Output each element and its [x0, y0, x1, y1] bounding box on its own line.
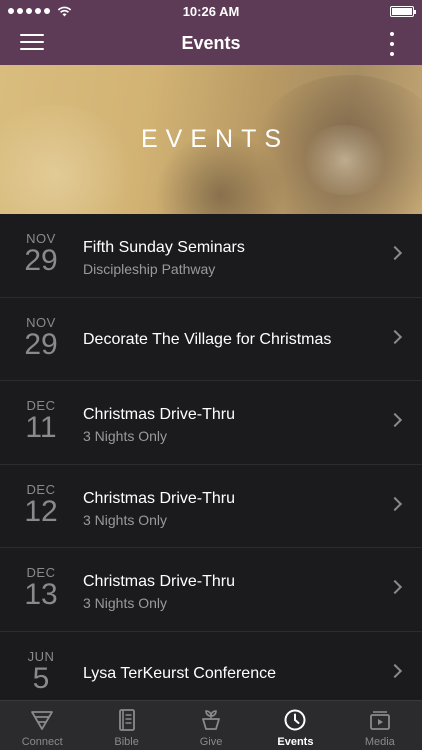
event-date: JUN 5: [16, 649, 66, 695]
battery-icon: [390, 5, 416, 17]
event-day: 29: [24, 244, 58, 277]
event-subtitle: 3 Nights Only: [83, 595, 168, 611]
event-date: DEC 11: [16, 399, 66, 443]
tab-label: Events: [277, 736, 314, 748]
wifi-icon: [57, 6, 72, 16]
event-title: Christmas Drive-Thru: [83, 573, 236, 590]
event-day: 12: [24, 494, 58, 528]
chevron-right-icon: [387, 663, 403, 678]
event-row[interactable]: DEC 11 Christmas Drive-Thru 3 Nights Onl…: [0, 381, 422, 465]
event-date: DEC 13: [16, 566, 66, 610]
event-subtitle: Discipleship Pathway: [83, 261, 216, 277]
event-row[interactable]: DEC 12 Christmas Drive-Thru 3 Nights Onl…: [0, 465, 422, 548]
tab-give[interactable]: Give: [169, 701, 253, 750]
event-title: Christmas Drive-Thru: [83, 489, 236, 507]
tab-label: Bible: [114, 736, 139, 748]
event-title: Christmas Drive-Thru: [83, 406, 236, 423]
event-row[interactable]: JUN 5 Lysa TerKeurst Conference: [0, 632, 422, 701]
chevron-right-icon: [387, 579, 403, 595]
events-list: NOV 29 Fifth Sunday Seminars Discipleshi…: [0, 214, 422, 700]
event-row[interactable]: DEC 13 Christmas Drive-Thru 3 Nights Onl…: [0, 548, 422, 632]
connect-icon: [31, 711, 54, 730]
hero-banner: EVENTS: [0, 65, 422, 214]
event-day: 29: [24, 327, 58, 361]
hero-title: EVENTS: [140, 125, 290, 153]
tab-label: Media: [364, 736, 395, 748]
event-title: Decorate The Village for Christmas: [83, 330, 332, 348]
tab-bar: Connect Bible Give Events Media: [0, 700, 422, 750]
event-date: DEC 12: [16, 482, 66, 528]
status-bar: 10:26 AM: [0, 0, 422, 22]
give-icon: [202, 710, 220, 730]
navigation-bar: Events: [0, 22, 422, 65]
event-date: NOV 29: [16, 232, 66, 276]
page-title: Events: [181, 33, 241, 53]
clock-icon: [284, 709, 306, 731]
event-subtitle: 3 Nights Only: [83, 428, 168, 444]
event-date: NOV 29: [16, 315, 66, 361]
event-day: 11: [25, 411, 57, 444]
tab-bible[interactable]: Bible: [84, 701, 168, 750]
event-row[interactable]: NOV 29 Decorate The Village for Christma…: [0, 298, 422, 381]
event-title: Fifth Sunday Seminars: [83, 239, 245, 256]
tab-label: Connect: [21, 736, 63, 748]
tab-connect[interactable]: Connect: [0, 701, 84, 750]
event-row[interactable]: NOV 29 Fifth Sunday Seminars Discipleshi…: [0, 214, 422, 298]
media-icon: [369, 711, 390, 730]
tab-media[interactable]: Media: [338, 701, 422, 750]
bible-icon: [118, 709, 135, 731]
tab-label: Give: [199, 736, 223, 748]
event-title: Lysa TerKeurst Conference: [83, 664, 276, 682]
hamburger-menu-icon[interactable]: [20, 34, 44, 52]
event-day: 13: [24, 578, 58, 611]
event-subtitle: 3 Nights Only: [83, 511, 168, 528]
chevron-right-icon: [387, 412, 403, 428]
chevron-right-icon: [387, 496, 403, 511]
signal-strength-icon: [8, 6, 72, 17]
tab-events[interactable]: Events: [253, 701, 337, 750]
event-day: 5: [32, 661, 50, 695]
more-options-icon[interactable]: [388, 32, 396, 56]
chevron-right-icon: [387, 245, 403, 261]
chevron-right-icon: [387, 329, 403, 344]
